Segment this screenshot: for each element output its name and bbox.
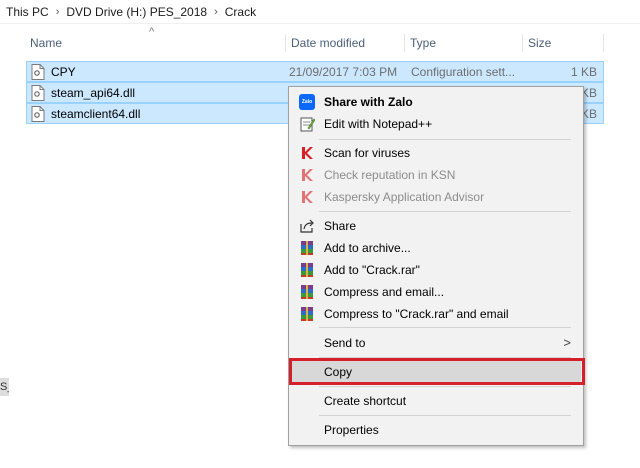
breadcrumb-this-pc[interactable]: This PC (2, 5, 53, 19)
file-row[interactable]: CPY 21/09/2017 7:03 PM Configuration set… (26, 61, 604, 82)
menu-item-compress-email[interactable]: Compress and email... (291, 281, 581, 303)
menu-item-send-to[interactable]: Send to > (291, 332, 581, 354)
menu-item-label: Scan for viruses (324, 146, 411, 160)
column-divider[interactable] (603, 34, 604, 52)
menu-item-check-reputation[interactable]: Check reputation in KSN (291, 164, 581, 186)
menu-separator (319, 327, 571, 328)
menu-separator (319, 211, 571, 212)
menu-item-edit-notepad[interactable]: Edit with Notepad++ (291, 113, 581, 135)
menu-item-properties[interactable]: Properties (291, 419, 581, 441)
menu-item-share[interactable]: Share (291, 215, 581, 237)
dll-file-icon (31, 85, 45, 101)
menu-item-label: Add to "Crack.rar" (324, 263, 420, 277)
config-file-icon (31, 64, 45, 80)
menu-item-add-crack-rar[interactable]: Add to "Crack.rar" (291, 259, 581, 281)
menu-separator (319, 415, 571, 416)
winrar-icon (301, 307, 313, 321)
file-type: Configuration sett... (411, 65, 516, 79)
breadcrumb-separator: › (55, 5, 60, 18)
column-date-modified[interactable]: Date modified (285, 30, 405, 56)
menu-item-label: Edit with Notepad++ (324, 117, 433, 131)
zalo-icon: Zalo (299, 94, 315, 110)
menu-item-label: Check reputation in KSN (324, 168, 456, 182)
kaspersky-icon (302, 147, 313, 159)
copy-highlight-outline (289, 358, 585, 385)
menu-item-label: Add to archive... (324, 241, 411, 255)
winrar-icon (301, 285, 313, 299)
menu-item-share-with-zalo[interactable]: Zalo Share with Zalo (291, 91, 581, 113)
menu-item-label: Create shortcut (324, 394, 407, 408)
context-menu: Zalo Share with Zalo Edit with Notepad++… (288, 86, 584, 446)
menu-item-kaspersky-advisor[interactable]: Kaspersky Application Advisor (291, 186, 581, 208)
menu-item-compress-crack-email[interactable]: Compress to "Crack.rar" and email (291, 303, 581, 325)
left-pane-fragment: S_ (0, 378, 9, 396)
column-header-bar: ^ Name Date modified Type Size (0, 26, 640, 56)
menu-item-label: Share (324, 219, 357, 233)
file-date: 21/09/2017 7:03 PM (289, 65, 398, 79)
menu-item-create-shortcut[interactable]: Create shortcut (291, 390, 581, 412)
breadcrumb: This PC › DVD Drive (H:) PES_2018 › Crac… (0, 0, 640, 24)
notepad-plus-plus-icon (300, 117, 315, 132)
dll-file-icon (31, 106, 45, 122)
breadcrumb-crack[interactable]: Crack (221, 5, 260, 19)
menu-item-label: Share with Zalo (324, 95, 413, 109)
file-size: 1 KB (570, 65, 597, 79)
chevron-right-icon: > (563, 335, 571, 350)
file-name: CPY (51, 65, 76, 79)
menu-item-label: Compress to "Crack.rar" and email (324, 307, 509, 321)
file-name: steamclient64.dll (51, 107, 141, 121)
column-type[interactable]: Type (404, 30, 522, 56)
menu-item-label: Properties (324, 423, 379, 437)
menu-item-add-archive[interactable]: Add to archive... (291, 237, 581, 259)
menu-item-label: Send to (324, 336, 366, 350)
column-name[interactable]: Name (24, 30, 286, 56)
file-name: steam_api64.dll (51, 86, 136, 100)
winrar-icon (301, 263, 313, 277)
winrar-icon (301, 241, 313, 255)
share-icon (300, 219, 314, 233)
breadcrumb-dvd-drive[interactable]: DVD Drive (H:) PES_2018 (62, 5, 211, 19)
menu-item-scan-viruses[interactable]: Scan for viruses (291, 142, 581, 164)
menu-item-label: Kaspersky Application Advisor (324, 190, 485, 204)
kaspersky-icon (302, 169, 313, 181)
menu-separator (319, 139, 571, 140)
menu-item-label: Compress and email... (324, 285, 445, 299)
column-size[interactable]: Size (522, 30, 602, 56)
menu-separator (319, 386, 571, 387)
breadcrumb-separator: › (214, 5, 218, 18)
kaspersky-icon (302, 191, 313, 203)
